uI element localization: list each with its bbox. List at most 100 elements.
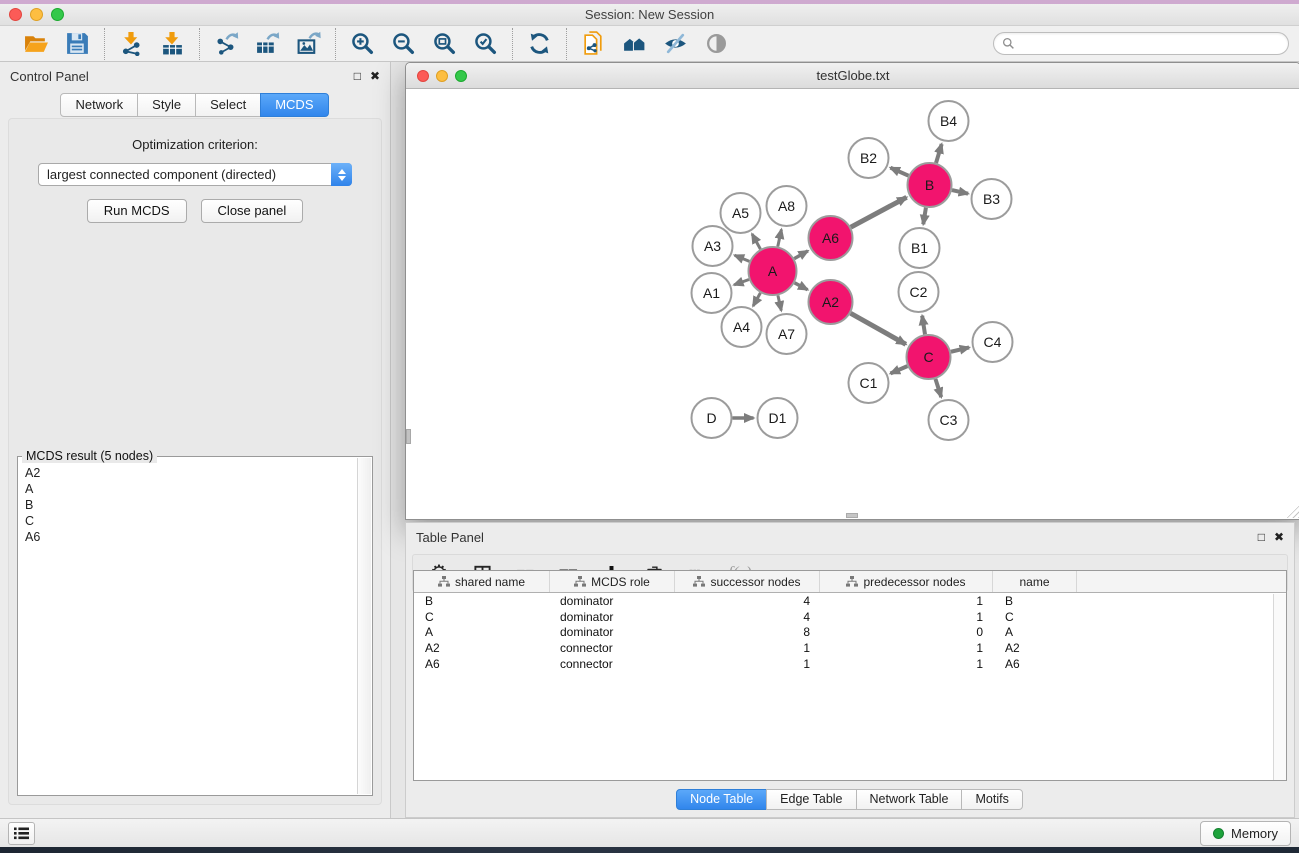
graph-edge-A6-B[interactable] [851, 197, 907, 227]
graph-edge-A-A2[interactable] [795, 283, 808, 290]
minimize-window-button[interactable] [30, 8, 43, 21]
table-cell: B [414, 593, 550, 609]
column-header-predecessor-nodes[interactable]: predecessor nodes [820, 571, 993, 592]
tab-style[interactable]: Style [137, 93, 196, 117]
table-cell: B [993, 593, 1077, 609]
table-row[interactable]: A6connector11A6 [414, 656, 1286, 672]
graph-edge-A2-C[interactable] [851, 313, 906, 344]
network-graph[interactable]: AA1A2A3A4A5A6A7A8BB1B2B3B4CC1C2C3C4DD1 [406, 89, 1299, 519]
optimization-criterion-select[interactable]: largest connected component (directed) [38, 163, 352, 186]
task-history-button[interactable] [8, 822, 35, 845]
table-cell: 1 [820, 640, 993, 656]
graph-edge-A-A5[interactable] [752, 234, 760, 249]
network-minimize-button[interactable] [436, 70, 448, 82]
canvas-vertical-scroll-thumb[interactable] [406, 429, 411, 444]
graph-edge-A-A8[interactable] [778, 229, 782, 246]
table-tab-network-table[interactable]: Network Table [856, 789, 963, 810]
table-cell: 1 [675, 656, 820, 672]
graph-node-label-A8: A8 [778, 198, 795, 214]
zoom-in-icon[interactable] [349, 30, 376, 57]
graph-edge-C-C1[interactable] [891, 366, 908, 373]
export-image-icon[interactable] [295, 30, 322, 57]
graph-node-label-B: B [925, 177, 934, 193]
float-table-panel-icon[interactable]: □ [1258, 530, 1265, 544]
result-scrollbar[interactable] [357, 458, 371, 794]
zoom-out-icon[interactable] [390, 30, 417, 57]
column-type-icon [693, 576, 705, 587]
graph-node-label-B1: B1 [911, 240, 928, 256]
save-session-icon[interactable] [64, 30, 91, 57]
home-icon[interactable] [621, 30, 648, 57]
close-window-button[interactable] [9, 8, 22, 21]
table-row[interactable]: A2connector11A2 [414, 640, 1286, 656]
column-header-shared-name[interactable]: shared name [414, 571, 550, 592]
column-header-successor-nodes[interactable]: successor nodes [675, 571, 820, 592]
table-cell: A2 [993, 640, 1077, 656]
tab-mcds[interactable]: MCDS [260, 93, 328, 117]
graph-edge-C-C4[interactable] [951, 347, 969, 351]
open-network-document-icon[interactable] [580, 30, 607, 57]
table-row[interactable]: Adominator80A [414, 625, 1286, 641]
graph-edge-A-A1[interactable] [734, 279, 749, 284]
table-cell: A [993, 625, 1077, 641]
network-canvas[interactable]: AA1A2A3A4A5A6A7A8BB1B2B3B4CC1C2C3C4DD1 [406, 89, 1299, 519]
graph-edge-B-B3[interactable] [952, 190, 968, 194]
table-cell: C [993, 609, 1077, 625]
graph-edge-A-A6[interactable] [794, 251, 808, 259]
zoom-window-button[interactable] [51, 8, 64, 21]
table-panel-title: Table Panel [416, 530, 484, 545]
close-panel-button[interactable]: Close panel [201, 199, 304, 223]
table-tab-edge-table[interactable]: Edge Table [766, 789, 856, 810]
open-session-icon[interactable] [23, 30, 50, 57]
zoom-selected-icon[interactable] [472, 30, 499, 57]
mcds-result-item[interactable]: A6 [25, 529, 356, 545]
refresh-icon[interactable] [526, 30, 553, 57]
table-scrollbar[interactable] [1273, 594, 1286, 780]
graph-edge-B-B2[interactable] [890, 168, 908, 176]
canvas-horizontal-scroll-thumb[interactable] [846, 513, 858, 518]
search-box [993, 32, 1289, 55]
column-type-icon [846, 576, 858, 587]
graph-edge-A-A3[interactable] [735, 255, 750, 261]
main-area: Control Panel □ ✖ NetworkStyleSelectMCDS… [0, 62, 1299, 818]
column-header-name[interactable]: name [993, 571, 1077, 592]
table-row[interactable]: Bdominator41B [414, 593, 1286, 609]
table-cell: 1 [820, 609, 993, 625]
workspace: testGlobe.txt AA1A2A3A4A5A6A7A8BB1B2B3B4… [391, 62, 1299, 818]
graph-edge-A-A7[interactable] [778, 295, 781, 310]
column-header-mcds-role[interactable]: MCDS role [550, 571, 675, 592]
mcds-result-item[interactable]: C [25, 513, 356, 529]
table-row[interactable]: Cdominator41C [414, 609, 1286, 625]
graph-edge-C-C2[interactable] [922, 316, 925, 335]
float-panel-icon[interactable]: □ [354, 69, 361, 83]
run-mcds-button[interactable]: Run MCDS [87, 199, 187, 223]
network-zoom-button[interactable] [455, 70, 467, 82]
search-input[interactable] [1020, 37, 1280, 51]
hide-selected-icon[interactable] [662, 30, 689, 57]
graph-edge-A-A4[interactable] [753, 293, 760, 306]
graph-edge-B-B1[interactable] [923, 208, 926, 225]
zoom-fit-icon[interactable] [431, 30, 458, 57]
tab-network[interactable]: Network [60, 93, 138, 117]
table-tab-motifs[interactable]: Motifs [961, 789, 1022, 810]
show-all-icon[interactable] [703, 30, 730, 57]
memory-button[interactable]: Memory [1200, 821, 1291, 846]
import-table-icon[interactable] [159, 30, 186, 57]
import-network-icon[interactable] [118, 30, 145, 57]
export-network-icon[interactable] [213, 30, 240, 57]
tab-select[interactable]: Select [195, 93, 261, 117]
mcds-result-item[interactable]: A2 [25, 465, 356, 481]
mcds-panel: Optimization criterion: largest connecte… [8, 118, 382, 805]
graph-edge-B-B4[interactable] [936, 144, 942, 163]
close-table-panel-icon[interactable]: ✖ [1274, 530, 1284, 544]
network-close-button[interactable] [417, 70, 429, 82]
export-table-icon[interactable] [254, 30, 281, 57]
close-panel-icon[interactable]: ✖ [370, 69, 380, 83]
list-icon [14, 827, 29, 840]
mcds-result-item[interactable]: B [25, 497, 356, 513]
toolbar-group-view [566, 28, 743, 60]
mcds-result-item[interactable]: A [25, 481, 356, 497]
table-tab-node-table[interactable]: Node Table [676, 789, 767, 810]
graph-edge-C-C3[interactable] [935, 379, 941, 397]
app-titlebar: Session: New Session [0, 4, 1299, 26]
